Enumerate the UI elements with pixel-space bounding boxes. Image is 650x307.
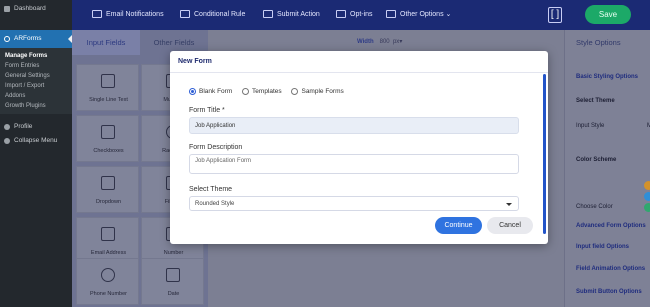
modal-scrollbar[interactable] — [543, 74, 546, 234]
arforms-submenu: Manage Forms Form Entries General Settin… — [0, 48, 72, 114]
submenu-form-entries[interactable]: Form Entries — [0, 61, 72, 71]
conditional-icon — [180, 10, 190, 19]
gear-icon — [386, 10, 396, 19]
editor-toolbar: Email Notifications Conditional Rule Sub… — [72, 0, 650, 30]
radio-unchecked-icon — [242, 88, 250, 95]
radio-templates[interactable]: Templates — [242, 88, 282, 95]
radio-sample-forms[interactable]: Sample Forms — [291, 88, 344, 95]
opt-ins-button[interactable]: Opt-ins — [336, 0, 373, 30]
email-notifications-button[interactable]: Email Notifications — [92, 0, 164, 30]
arforms-icon — [4, 36, 10, 42]
chevron-down-icon: ⌄ — [445, 11, 452, 18]
dashboard-icon — [4, 6, 10, 12]
collapse-menu-button[interactable]: Collapse Menu — [0, 134, 72, 148]
save-button[interactable]: Save — [585, 5, 631, 24]
sidebar-item-dashboard[interactable]: Dashboard — [0, 0, 72, 18]
width-control: Width 800 px▾ — [357, 38, 402, 45]
color-swatch-orange[interactable] — [644, 181, 650, 190]
form-description-textarea[interactable]: Job Application Form — [189, 154, 519, 174]
select-theme-heading: Select Theme — [576, 98, 615, 104]
collapse-icon — [4, 138, 10, 144]
style-options-title[interactable]: Style Options — [576, 38, 621, 47]
tab-input-fields[interactable]: Input Fields — [72, 30, 140, 55]
color-swatch-blue[interactable] — [644, 192, 650, 201]
field-phone-number[interactable]: Phone Number — [76, 258, 139, 305]
submenu-growth-plugins[interactable]: Growth Plugins — [0, 101, 72, 111]
modal-title: New Form — [170, 51, 548, 73]
textbox-icon — [101, 74, 115, 88]
new-form-modal: New Form Blank Form Templates Sample For… — [170, 51, 548, 244]
theme-select[interactable]: Rounded Style — [189, 196, 519, 211]
submit-button-options[interactable]: Submit Button Options — [576, 289, 642, 295]
dropdown-icon — [101, 176, 115, 190]
code-bracket-button[interactable]: [ ] — [548, 7, 562, 23]
mail-icon — [92, 10, 102, 19]
field-email-address[interactable]: Email Address — [76, 217, 139, 264]
envelope-icon — [101, 227, 115, 241]
profile-icon — [4, 124, 10, 130]
wp-admin-sidebar: Dashboard ARForms Manage Forms Form Entr… — [0, 0, 72, 307]
basic-styling-options[interactable]: Basic Styling Options — [576, 74, 638, 80]
field-animation-options[interactable]: Field Animation Options — [576, 266, 645, 272]
width-value[interactable]: 800 — [380, 39, 390, 45]
form-title-label: Form Title * — [189, 107, 225, 114]
width-label: Width — [357, 39, 374, 45]
radio-checked-icon — [189, 88, 196, 95]
submenu-addons[interactable]: Addons — [0, 91, 72, 101]
color-swatch-green[interactable] — [644, 203, 650, 212]
phone-icon — [101, 268, 115, 282]
calendar-icon — [166, 268, 180, 282]
submit-action-button[interactable]: Submit Action — [263, 0, 320, 30]
field-date[interactable]: Date — [141, 258, 204, 305]
submenu-general-settings[interactable]: General Settings — [0, 71, 72, 81]
optin-icon — [336, 10, 346, 19]
conditional-rule-button[interactable]: Conditional Rule — [180, 0, 245, 30]
input-field-options[interactable]: Input field Options — [576, 244, 629, 250]
input-style-label: Input Style — [576, 123, 605, 129]
form-type-radios: Blank Form Templates Sample Forms — [189, 88, 352, 95]
submenu-import-export[interactable]: Import / Export — [0, 81, 72, 91]
choose-color-label: Choose Color — [576, 204, 613, 210]
radio-unchecked-icon — [291, 88, 299, 95]
field-checkboxes[interactable]: Checkboxes — [76, 115, 139, 162]
continue-button[interactable]: Continue — [435, 217, 482, 234]
cancel-button[interactable]: Cancel — [487, 217, 533, 234]
checkbox-icon — [101, 125, 115, 139]
sidebar-item-arforms[interactable]: ARForms — [0, 30, 72, 48]
field-dropdown[interactable]: Dropdown — [76, 166, 139, 213]
field-single-line-text[interactable]: Single Line Text — [76, 64, 139, 111]
form-title-input[interactable]: Job Application — [189, 117, 519, 134]
form-description-label: Form Description — [189, 144, 243, 151]
unit-caret-icon: ▾ — [399, 39, 403, 45]
sidebar-item-profile[interactable]: Profile — [0, 120, 72, 134]
advanced-form-options[interactable]: Advanced Form Options — [576, 223, 646, 229]
select-theme-label: Select Theme — [189, 186, 233, 193]
radio-blank-form[interactable]: Blank Form — [189, 88, 232, 95]
submenu-manage-forms[interactable]: Manage Forms — [0, 51, 72, 61]
style-options-panel: Style Options Basic Styling Options Sele… — [564, 30, 650, 307]
submit-icon — [263, 10, 273, 19]
other-options-button[interactable]: Other Options ⌄ — [386, 0, 451, 30]
color-scheme-heading: Color Scheme — [576, 157, 617, 163]
